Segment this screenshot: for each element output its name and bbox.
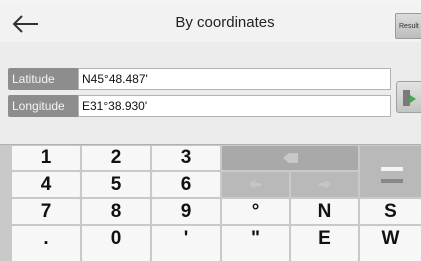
key-5[interactable]: 5 — [82, 172, 150, 197]
key-degree[interactable]: ° — [222, 199, 289, 224]
key-s[interactable]: S — [360, 199, 421, 224]
longitude-input[interactable]: E31°38.930' — [78, 95, 391, 117]
longitude-row: Longitude E31°38.930' — [8, 95, 391, 117]
backspace-icon — [283, 153, 298, 163]
key-1[interactable]: 1 — [12, 146, 80, 170]
key-minute[interactable]: ' — [152, 226, 220, 261]
header-bar: By coordinates — [0, 6, 421, 42]
latitude-label: Latitude — [8, 68, 78, 90]
back-button[interactable] — [8, 8, 48, 40]
key-n[interactable]: N — [291, 199, 358, 224]
latitude-input[interactable]: N45°48.487' — [78, 68, 391, 90]
keyboard: 1 2 3 4 5 6 7 8 9 ° N S . 0 ' " E W — [0, 144, 421, 261]
key-second[interactable]: " — [222, 226, 289, 261]
key-8[interactable]: 8 — [82, 199, 150, 224]
go-arrow-icon — [403, 90, 416, 106]
key-w[interactable]: W — [360, 226, 421, 261]
key-4[interactable]: 4 — [12, 172, 80, 197]
cursor-right-key[interactable] — [291, 172, 358, 197]
cursor-left-key[interactable] — [222, 172, 289, 197]
cursor-left-icon — [249, 180, 261, 189]
key-9[interactable]: 9 — [152, 199, 220, 224]
enter-icon — [381, 167, 403, 183]
key-e[interactable]: E — [291, 226, 358, 261]
page-title: By coordinates — [175, 14, 275, 31]
latitude-row: Latitude N45°48.487' — [8, 68, 391, 90]
key-0[interactable]: 0 — [82, 226, 150, 261]
key-3[interactable]: 3 — [152, 146, 220, 170]
enter-key[interactable] — [360, 146, 421, 197]
result-button[interactable]: Result — [395, 13, 421, 39]
cursor-right-icon — [319, 180, 331, 189]
longitude-label: Longitude — [8, 95, 78, 117]
arrow-left-icon — [12, 15, 38, 33]
backspace-key[interactable] — [222, 146, 358, 170]
key-dot[interactable]: . — [12, 226, 80, 261]
key-6[interactable]: 6 — [152, 172, 220, 197]
key-7[interactable]: 7 — [12, 199, 80, 224]
key-2[interactable]: 2 — [82, 146, 150, 170]
go-button[interactable] — [396, 81, 421, 113]
